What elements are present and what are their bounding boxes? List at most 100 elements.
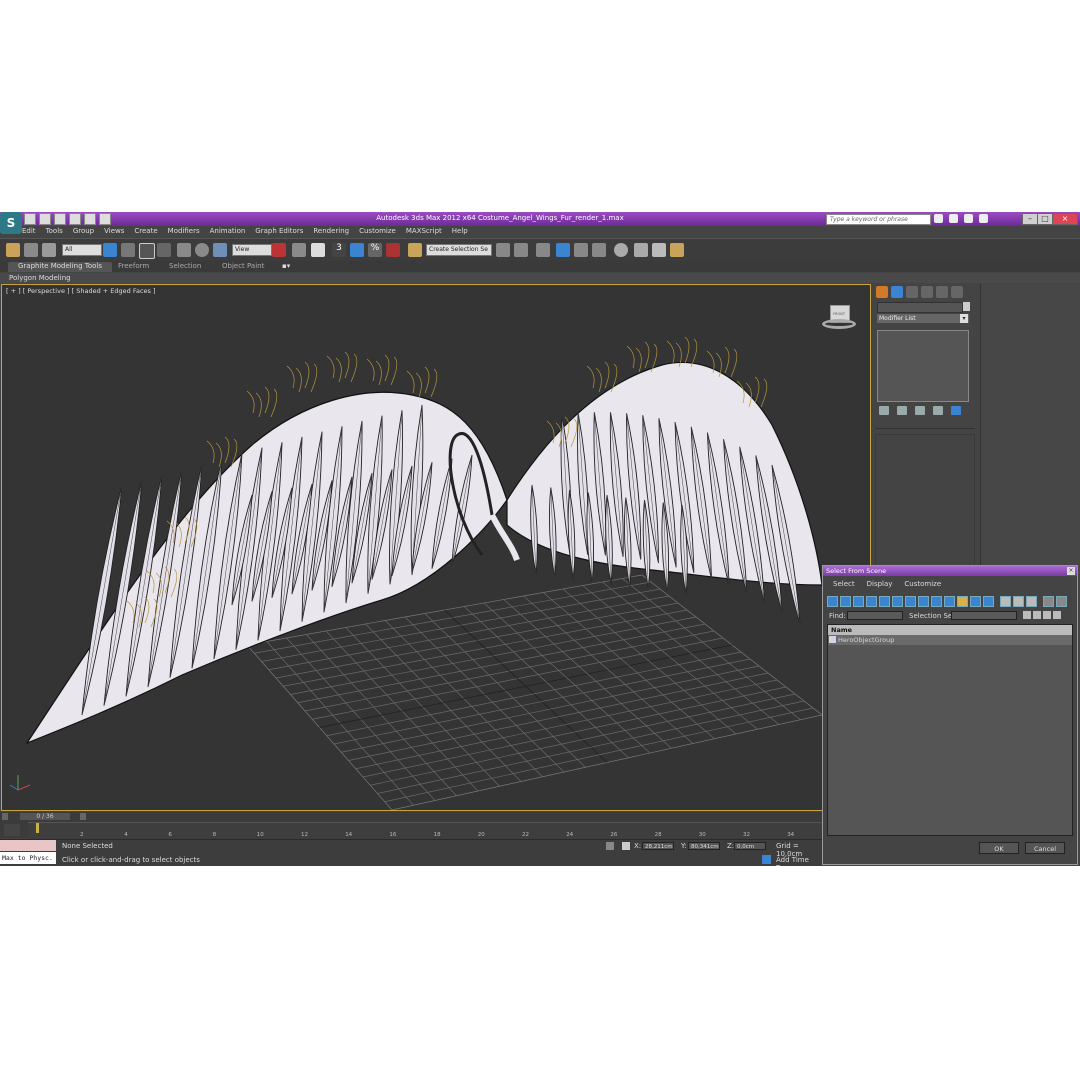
dialog-title[interactable]: Select From Scene <box>823 566 1077 576</box>
filter-spacewarps-icon[interactable] <box>892 596 903 607</box>
pivot-center-icon[interactable] <box>272 243 286 257</box>
object-name-field[interactable] <box>877 302 963 313</box>
remove-modifier-icon[interactable] <box>933 406 943 415</box>
remove-set-icon[interactable] <box>1033 611 1041 619</box>
ok-button[interactable]: OK <box>979 842 1019 854</box>
layer-manager-icon[interactable] <box>536 243 550 257</box>
open-file-icon[interactable] <box>39 213 51 225</box>
tab-freeform[interactable]: Freeform <box>118 262 149 270</box>
rendered-frame-window-icon[interactable] <box>652 243 666 257</box>
z-coordinate-field[interactable]: 0,0cm <box>734 842 766 850</box>
list-item[interactable]: HeroObjectGroup <box>828 635 1072 645</box>
dialog-close-icon[interactable]: × <box>1067 567 1075 575</box>
menu-edit[interactable]: Edit <box>22 227 36 237</box>
select-by-name-icon[interactable] <box>121 243 135 257</box>
reference-coordinate-dropdown[interactable]: View <box>232 244 272 256</box>
keyboard-shortcut-icon[interactable] <box>311 243 325 257</box>
tab-graphite-modeling-tools[interactable]: Graphite Modeling Tools <box>8 262 113 272</box>
sync-selection-icon[interactable] <box>1056 596 1067 607</box>
funnel-icon[interactable] <box>1043 596 1054 607</box>
track-bar-icon[interactable] <box>4 824 20 836</box>
filter-groups-icon[interactable] <box>905 596 916 607</box>
prev-frame-icon[interactable] <box>2 813 8 820</box>
mirror-icon[interactable] <box>496 243 510 257</box>
tab-selection[interactable]: Selection <box>169 262 201 270</box>
modifier-list-dropdown[interactable]: Modifier List ▾ <box>877 314 969 323</box>
filter-helpers-icon[interactable] <box>879 596 890 607</box>
select-object-icon[interactable] <box>103 243 117 257</box>
project-folder-icon[interactable] <box>99 213 111 225</box>
selection-set-dropdown[interactable] <box>951 611 1017 620</box>
filter-shapes-icon[interactable] <box>840 596 851 607</box>
edit-set-icon[interactable] <box>1043 611 1051 619</box>
menu-modifiers[interactable]: Modifiers <box>168 227 200 237</box>
search-input[interactable]: Type a keyword or phrase <box>826 214 931 225</box>
redo-icon[interactable] <box>84 213 96 225</box>
rotate-icon[interactable] <box>195 243 209 257</box>
menu-tools[interactable]: Tools <box>46 227 63 237</box>
motion-tab-icon[interactable] <box>921 286 933 298</box>
lock-icon[interactable] <box>606 842 614 850</box>
display-children-icon[interactable] <box>983 596 994 607</box>
star-icon[interactable] <box>964 214 973 223</box>
maxscript-listener-box[interactable] <box>0 840 56 851</box>
menu-help[interactable]: Help <box>452 227 468 237</box>
display-invert-icon[interactable] <box>970 596 981 607</box>
subscription-icon[interactable] <box>949 214 958 223</box>
time-slider[interactable]: 0 / 36 <box>20 813 70 820</box>
absolute-mode-icon[interactable] <box>622 842 630 850</box>
y-coordinate-field[interactable]: 80,341cm <box>688 842 720 850</box>
add-set-icon[interactable] <box>1023 611 1031 619</box>
render-setup-icon[interactable] <box>634 243 648 257</box>
filter-xrefs-icon[interactable] <box>918 596 929 607</box>
menu-views[interactable]: Views <box>104 227 124 237</box>
polygon-modeling-label[interactable]: Polygon Modeling <box>9 274 71 282</box>
filter-bones-icon[interactable] <box>931 596 942 607</box>
scale-icon[interactable] <box>213 243 227 257</box>
perspective-viewport[interactable]: [ + ] [ Perspective ] [ Shaded + Edged F… <box>1 284 871 811</box>
undo-icon[interactable] <box>69 213 81 225</box>
column-header-name[interactable]: Name <box>828 625 1072 635</box>
menu-create[interactable]: Create <box>134 227 157 237</box>
select-none-icon[interactable] <box>1013 596 1024 607</box>
create-tab-icon[interactable] <box>876 286 888 298</box>
app-logo-icon[interactable]: S <box>0 212 22 234</box>
binoculars-icon[interactable] <box>934 214 943 223</box>
align-icon[interactable] <box>514 243 528 257</box>
link-icon[interactable] <box>6 243 20 257</box>
render-production-icon[interactable] <box>670 243 684 257</box>
named-selection-dropdown[interactable]: Create Selection Se <box>426 244 492 256</box>
x-coordinate-field[interactable]: 28,211cm <box>642 842 674 850</box>
move-icon[interactable] <box>177 243 191 257</box>
curve-editor-icon[interactable] <box>574 243 588 257</box>
utilities-tab-icon[interactable] <box>951 286 963 298</box>
maximize-button[interactable]: □ <box>1037 213 1053 225</box>
edit-named-selection-icon[interactable] <box>408 243 422 257</box>
menu-graph-editors[interactable]: Graph Editors <box>255 227 303 237</box>
configure-sets-icon[interactable] <box>951 406 961 415</box>
hierarchy-tab-icon[interactable] <box>906 286 918 298</box>
cancel-button[interactable]: Cancel <box>1025 842 1065 854</box>
menu-customize[interactable]: Customize <box>359 227 396 237</box>
spinner-snap-icon[interactable] <box>386 243 400 257</box>
help-icon[interactable] <box>979 214 988 223</box>
viewcube[interactable]: FRONT <box>822 303 856 333</box>
rectangular-selection-icon[interactable] <box>139 243 155 259</box>
material-editor-icon[interactable] <box>614 243 628 257</box>
time-tag-icon[interactable] <box>762 855 771 864</box>
percent-snap-icon[interactable]: % <box>368 243 382 257</box>
display-all-icon[interactable] <box>944 596 955 607</box>
select-invert-icon[interactable] <box>1026 596 1037 607</box>
display-none-icon[interactable] <box>957 596 968 607</box>
ribbon-options-icon[interactable]: ▪▾ <box>282 262 290 270</box>
minimize-button[interactable]: – <box>1022 213 1038 225</box>
time-cursor[interactable] <box>36 823 39 833</box>
angle-snap-icon[interactable] <box>350 243 364 257</box>
window-crossing-icon[interactable] <box>157 243 171 257</box>
graphite-toggle-icon[interactable] <box>556 243 570 257</box>
snap-toggle-icon[interactable]: 3 <box>332 243 346 257</box>
maxscript-mini-listener[interactable]: Max to Physc. <box>0 852 56 864</box>
tab-object-paint[interactable]: Object Paint <box>222 262 264 270</box>
select-all-icon[interactable] <box>1000 596 1011 607</box>
filter-cameras-icon[interactable] <box>866 596 877 607</box>
